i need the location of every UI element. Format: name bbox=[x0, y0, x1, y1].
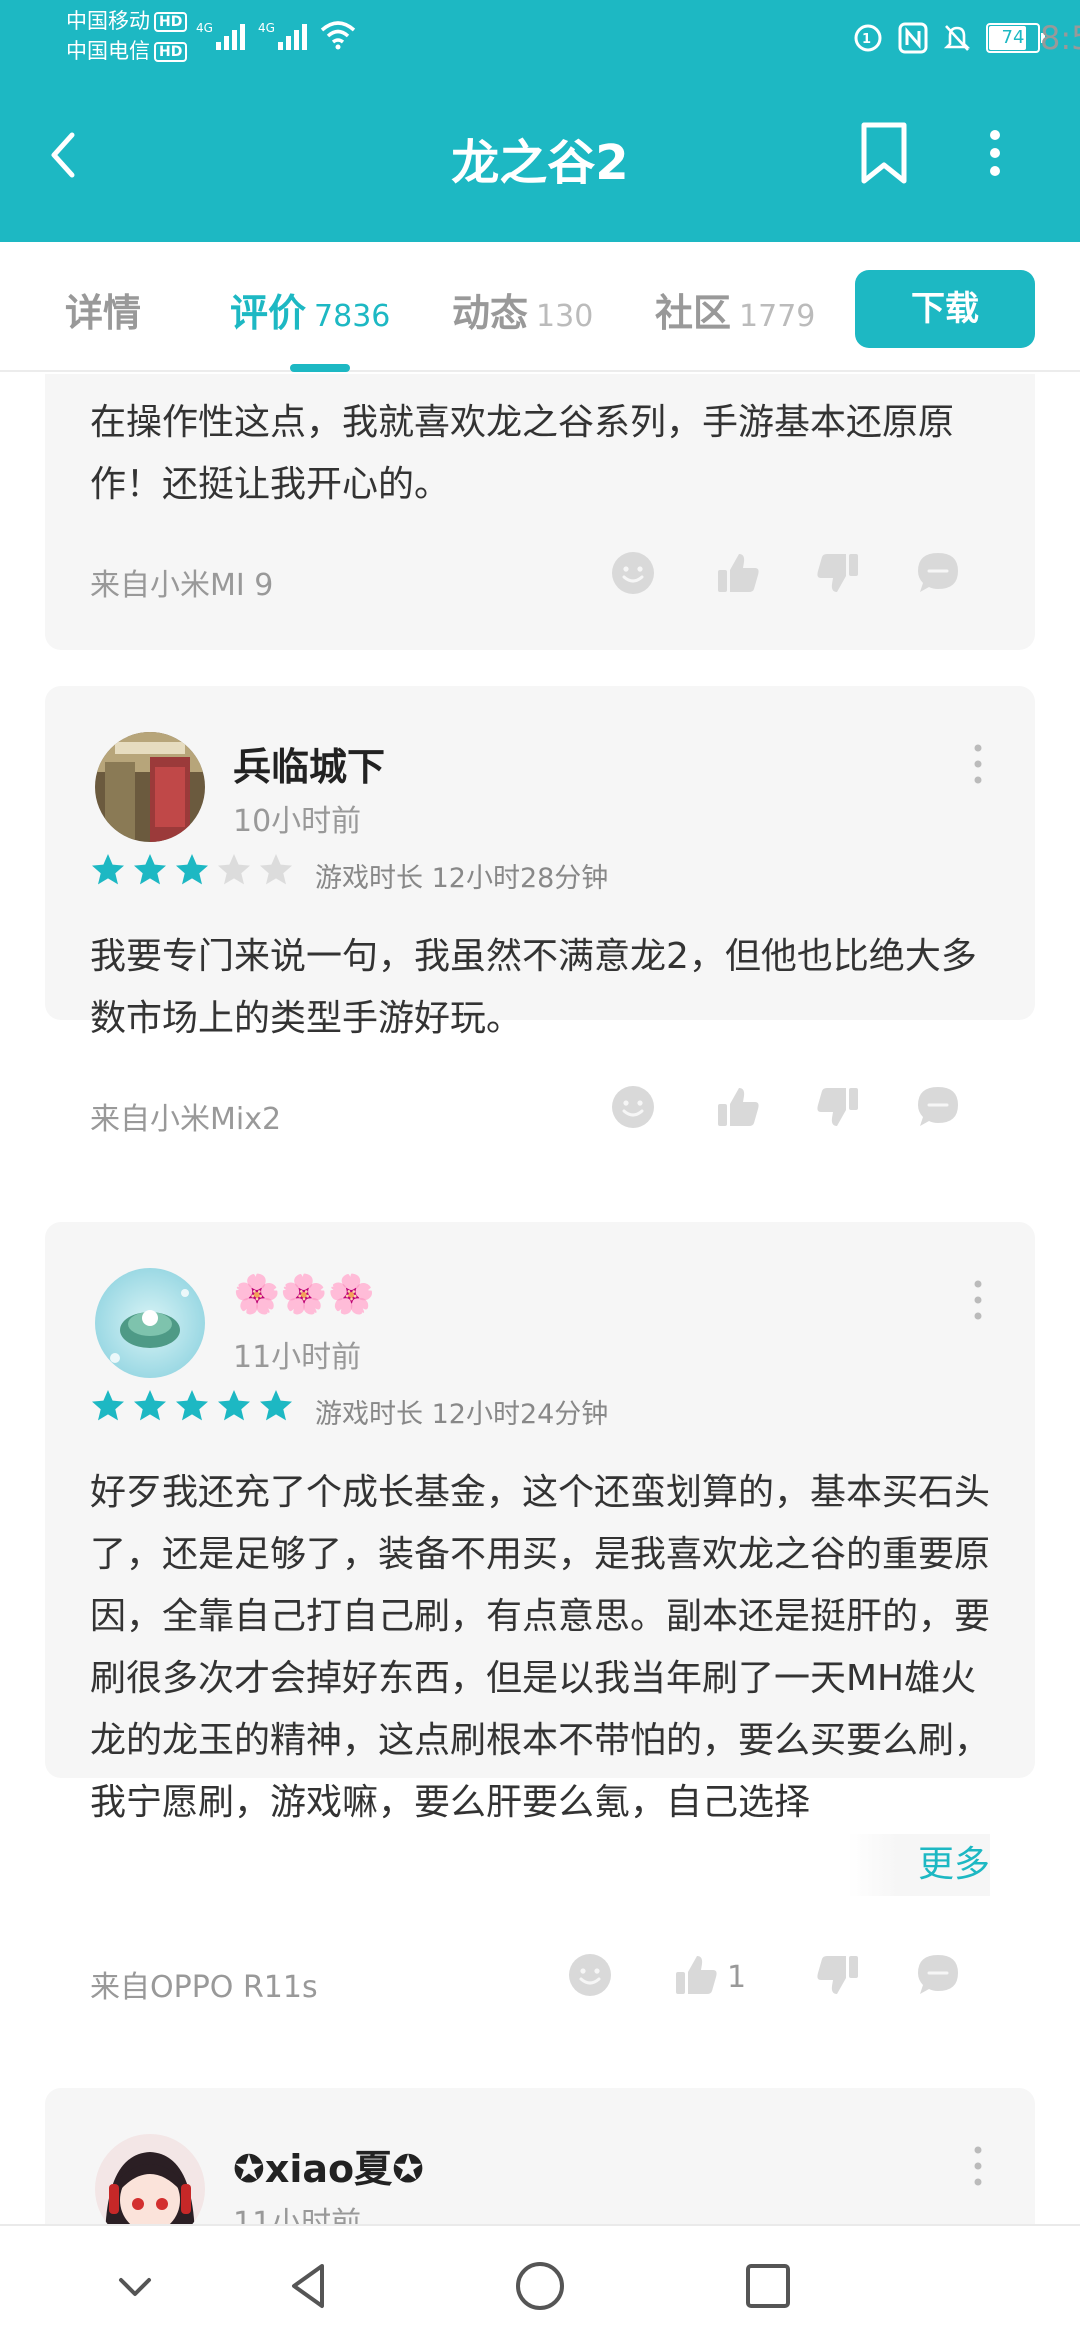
page-title: 龙之谷2 bbox=[451, 135, 629, 191]
carrier-info: 中国移动 HD 中国电信 HD bbox=[66, 6, 188, 66]
system-nav-bar bbox=[0, 2224, 1080, 2340]
review-time: 11小时前 bbox=[233, 2206, 362, 2224]
star-filled-icon bbox=[134, 854, 166, 885]
status-bar: 中国移动HD 中国电信HD 4G 4G 1 74 8:56 bbox=[0, 0, 1080, 75]
review-card: 兵临城下 10小时前 游戏时长 12小时28分钟 我要专门来说一句，我虽然不满意… bbox=[45, 686, 1035, 1137]
star-filled-icon bbox=[92, 1390, 124, 1421]
tab-community[interactable]: 社区 1779 bbox=[655, 282, 815, 337]
signal-icon: 4G bbox=[258, 21, 307, 50]
review-content: 好歹我还充了个成长基金，这个还蛮划算的，基本买石头了，还是足够了，装备不用买，是… bbox=[90, 1472, 991, 1823]
battery-icon: 74 bbox=[986, 23, 1045, 53]
tab-details[interactable]: 详情 bbox=[65, 282, 149, 337]
review-content: 在操作性这点，我就喜欢龙之谷系列，手游基本还原原作！还挺让我开心的。 bbox=[90, 402, 955, 505]
reviews-feed[interactable]: 在操作性这点，我就喜欢龙之谷系列，手游基本还原原作！还挺让我开心的。 来自小米M… bbox=[0, 374, 1080, 2224]
more-vertical-icon[interactable] bbox=[971, 742, 985, 786]
star-filled-icon bbox=[92, 854, 124, 885]
more-vertical-icon[interactable] bbox=[971, 2144, 985, 2188]
avatar[interactable] bbox=[95, 2134, 205, 2224]
nfc-icon bbox=[898, 22, 928, 54]
comment-icon[interactable] bbox=[915, 550, 961, 596]
star-empty-icon bbox=[260, 854, 292, 885]
signal-icon: 4G bbox=[196, 21, 245, 50]
avatar[interactable] bbox=[95, 732, 205, 842]
tab-reviews[interactable]: 评价 7836 bbox=[230, 282, 390, 337]
carrier-2: 中国电信 bbox=[66, 39, 150, 63]
clock: 8:56 bbox=[1040, 19, 1080, 57]
hd-badge: HD bbox=[154, 12, 188, 32]
comment-icon[interactable] bbox=[915, 1084, 961, 1130]
comment-icon[interactable] bbox=[915, 1952, 961, 1998]
review-username[interactable]: ✪xiao夏✪ bbox=[233, 2138, 424, 2193]
review-time: 10小时前 bbox=[233, 804, 362, 839]
emoji-reaction-icon[interactable] bbox=[610, 1084, 656, 1130]
more-vertical-icon[interactable] bbox=[980, 121, 1010, 185]
more-vertical-icon[interactable] bbox=[971, 1278, 985, 1322]
review-card: 在操作性这点，我就喜欢龙之谷系列，手游基本还原原作！还挺让我开心的。 来自小米M… bbox=[45, 374, 1035, 650]
thumbs-up-icon[interactable] bbox=[673, 1952, 719, 1998]
home-circle-icon[interactable] bbox=[510, 2256, 570, 2316]
thumbs-up-icon[interactable] bbox=[715, 550, 761, 596]
hide-keyboard-chevron-icon[interactable] bbox=[105, 2256, 165, 2316]
thumbs-down-icon[interactable] bbox=[815, 1952, 861, 1998]
emoji-reaction-icon[interactable] bbox=[567, 1952, 613, 1998]
rating-stars bbox=[90, 852, 294, 888]
thumbs-up-icon[interactable] bbox=[715, 1084, 761, 1130]
active-tab-indicator bbox=[290, 364, 350, 372]
expand-more-link[interactable]: 更多 bbox=[847, 1834, 990, 1896]
back-triangle-icon[interactable] bbox=[280, 2256, 340, 2316]
hd-badge: HD bbox=[154, 42, 188, 62]
review-card: 🌸🌸🌸 11小时前 游戏时长 12小时24分钟 好歹我还充了个成长基金，这个还蛮… bbox=[45, 1222, 1035, 2005]
app-bar: 龙之谷2 bbox=[0, 75, 1080, 242]
star-filled-icon bbox=[260, 1390, 292, 1421]
review-content: 我要专门来说一句，我虽然不满意龙2，但他也比绝大多数市场上的类型手游好玩。 bbox=[90, 936, 977, 1039]
svg-text:1: 1 bbox=[862, 32, 871, 47]
download-button[interactable]: 下载 bbox=[855, 270, 1035, 348]
review-username[interactable]: 兵临城下 bbox=[233, 736, 385, 791]
emoji-reaction-icon[interactable] bbox=[610, 550, 656, 596]
carrier-1: 中国移动 bbox=[66, 9, 150, 33]
data-saver-icon: 1 bbox=[854, 24, 882, 52]
bookmark-icon[interactable] bbox=[856, 121, 912, 185]
like-count: 1 bbox=[727, 1960, 747, 1995]
recents-square-icon[interactable] bbox=[738, 2256, 798, 2316]
star-filled-icon bbox=[218, 1390, 250, 1421]
star-filled-icon bbox=[134, 1390, 166, 1421]
rating-stars bbox=[90, 1388, 294, 1424]
thumbs-down-icon[interactable] bbox=[815, 550, 861, 596]
avatar[interactable] bbox=[95, 1268, 205, 1378]
tab-updates[interactable]: 动态 130 bbox=[452, 282, 593, 337]
star-filled-icon bbox=[176, 854, 208, 885]
svg-text:4G: 4G bbox=[258, 21, 275, 35]
mute-bell-icon bbox=[943, 25, 971, 51]
svg-text:4G: 4G bbox=[196, 21, 213, 35]
review-username[interactable]: 🌸🌸🌸 bbox=[233, 1272, 375, 1317]
play-time: 游戏时长 12小时28分钟 bbox=[315, 863, 609, 894]
star-filled-icon bbox=[176, 1390, 208, 1421]
review-card: ✪xiao夏✪ 11小时前 bbox=[45, 2088, 1035, 2224]
play-time: 游戏时长 12小时24分钟 bbox=[315, 1399, 609, 1430]
thumbs-down-icon[interactable] bbox=[815, 1084, 861, 1130]
review-time: 11小时前 bbox=[233, 1340, 362, 1375]
star-empty-icon bbox=[218, 854, 250, 885]
wifi-icon bbox=[320, 21, 356, 50]
